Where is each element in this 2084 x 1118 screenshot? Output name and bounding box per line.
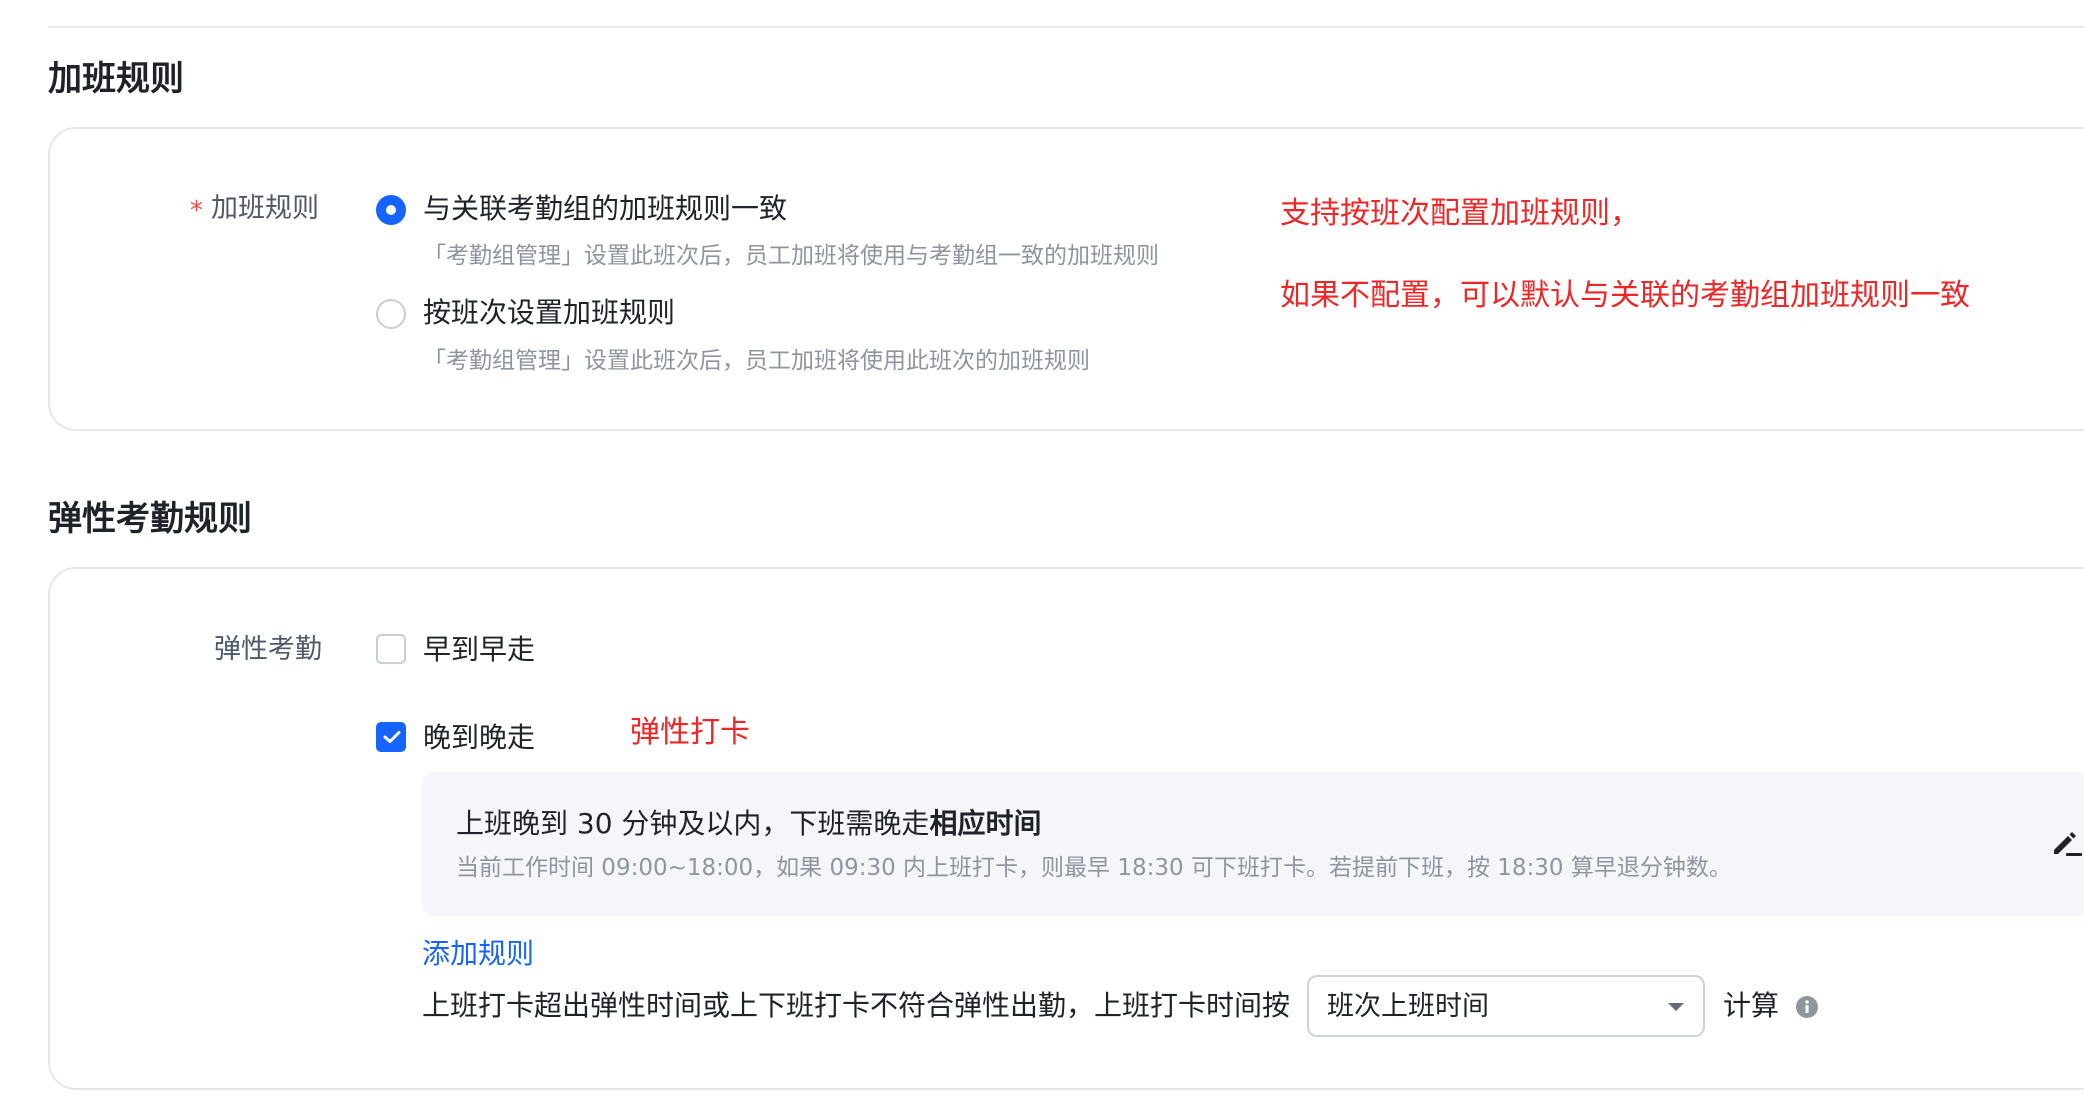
calc-basis-select[interactable]: 班次上班时间 — [1307, 975, 1705, 1037]
calc-basis-select-value: 班次上班时间 — [1327, 991, 1489, 1022]
checkbox-early-arrive-early-leave-label[interactable]: 早到早走 — [423, 636, 535, 664]
caret-down-icon — [1668, 1003, 1684, 1011]
radio-by-shift-help: 「考勤组管理」设置此班次后，员工加班将使用此班次的加班规则 — [423, 348, 1090, 374]
top-divider — [48, 26, 2084, 28]
calc-sentence: 上班打卡超出弹性时间或上下班打卡不符合弹性出勤，上班打卡时间按 — [422, 989, 1291, 1022]
flex-annotation: 弹性打卡 — [630, 715, 750, 750]
calc-suffix: 计算 — [1723, 989, 1780, 1022]
info-icon[interactable] — [1795, 995, 1819, 1019]
checkbox-early-arrive-early-leave[interactable] — [376, 634, 406, 664]
overtime-annotation-line2: 如果不配置，可以默认与关联的考勤组加班规则一致 — [1280, 278, 1970, 313]
flex-section-title: 弹性考勤规则 — [48, 499, 252, 539]
radio-same-as-group-label[interactable]: 与关联考勤组的加班规则一致 — [423, 195, 787, 223]
flex-rule-title: 上班晚到 30 分钟及以内，下班需晚走相应时间 — [456, 810, 1041, 838]
flex-rule-title-prefix: 上班晚到 30 分钟及以内，下班需晚走 — [456, 807, 930, 840]
add-rule-link[interactable]: 添加规则 — [422, 940, 534, 968]
overtime-section-title: 加班规则 — [48, 59, 184, 99]
check-icon — [383, 731, 401, 743]
checkbox-late-arrive-late-leave[interactable] — [376, 722, 406, 752]
checkbox-late-arrive-late-leave-label[interactable]: 晚到晚走 — [423, 724, 535, 752]
page: 加班规则 * 加班规则 与关联考勤组的加班规则一致 「考勤组管理」设置此班次后，员… — [0, 0, 2084, 1118]
flex-field-label: 弹性考勤 — [214, 634, 322, 665]
overtime-annotation-line1: 支持按班次配置加班规则， — [1280, 196, 1640, 231]
required-star: * — [190, 196, 203, 226]
radio-by-shift[interactable] — [376, 299, 406, 329]
radio-same-as-group-help: 「考勤组管理」设置此班次后，员工加班将使用与考勤组一致的加班规则 — [423, 243, 1159, 269]
radio-same-as-group[interactable] — [376, 195, 406, 225]
overtime-field-label: * 加班规则 — [190, 193, 319, 224]
radio-by-shift-label[interactable]: 按班次设置加班规则 — [423, 299, 675, 327]
overtime-field-label-text: 加班规则 — [211, 193, 319, 224]
flex-rule-title-bold: 相应时间 — [929, 807, 1042, 840]
flex-rule-description: 当前工作时间 09:00~18:00，如果 09:30 内上班打卡，则最早 18… — [456, 855, 1732, 881]
edit-icon[interactable] — [2050, 828, 2084, 858]
flex-rule-card: 上班晚到 30 分钟及以内，下班需晚走相应时间 当前工作时间 09:00~18:… — [422, 772, 2084, 916]
